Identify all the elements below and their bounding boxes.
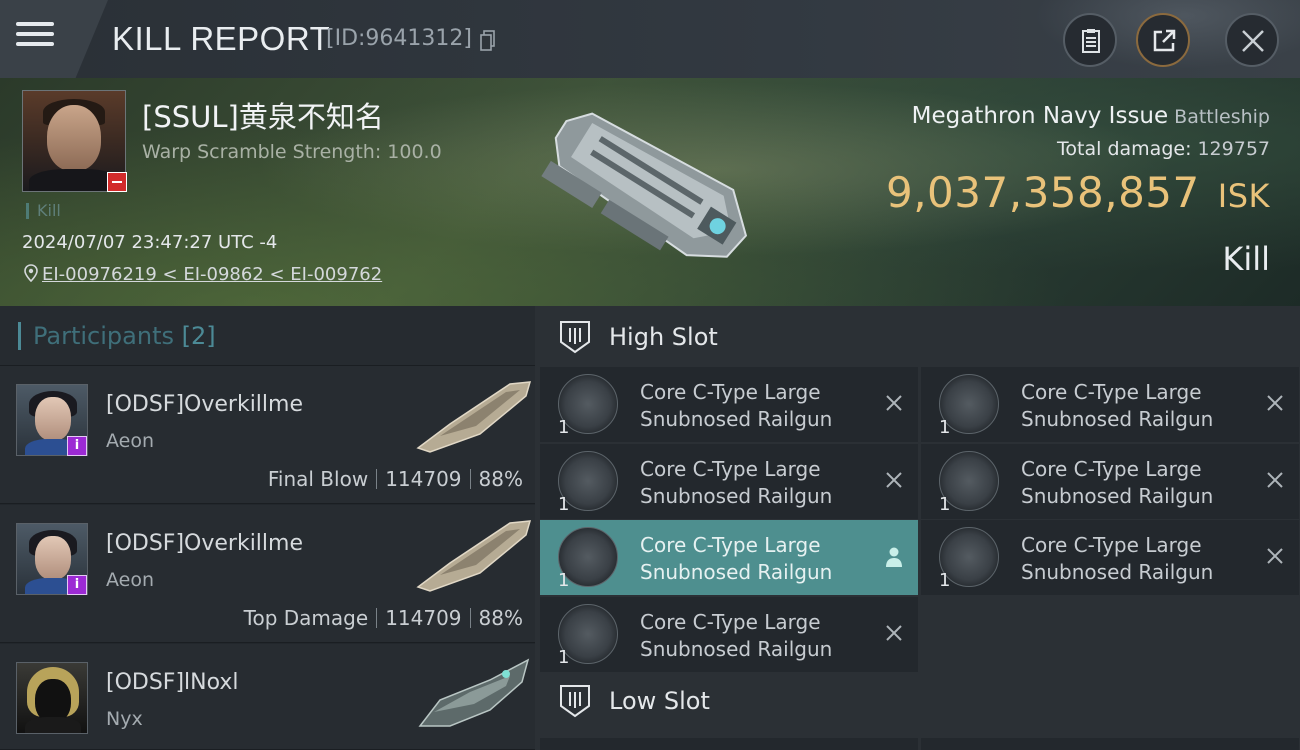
module-quantity: 1 (558, 570, 570, 591)
module-item[interactable]: 1 Core C-Type Large Snubnosed Railgun (540, 597, 918, 672)
victim-ship-image[interactable] (520, 86, 780, 296)
participant-stats: Final Blow 114709 88% (268, 467, 523, 491)
menu-icon[interactable] (16, 22, 54, 48)
participant-avatar[interactable] (16, 662, 88, 734)
module-item[interactable]: 1 Core C-Type Large Snubnosed Railgun (540, 444, 918, 519)
participant-percent: 88% (478, 606, 523, 630)
participant-percent: 88% (478, 467, 523, 491)
module-item-partial[interactable] (921, 738, 1299, 750)
notes-button[interactable] (1063, 13, 1117, 67)
high-slot-header: High Slot (535, 306, 1300, 366)
participant-role: Final Blow (267, 467, 369, 491)
loss-badge (107, 172, 127, 192)
high-slot-title: High Slot (609, 323, 718, 351)
share-button[interactable] (1136, 13, 1190, 67)
victim-ship-name[interactable]: Megathron Navy Issue Battleship (912, 103, 1270, 129)
participant-row[interactable]: i [ODSF]Overkillme Aeon Top Damage 114709… (0, 505, 535, 643)
module-name: Core C-Type Large Snubnosed Railgun (1021, 380, 1214, 431)
kill-timestamp: 2024/07/07 23:47:27 UTC -4 (22, 232, 278, 253)
warp-scramble-strength: Warp Scramble Strength: 100.0 (142, 141, 442, 163)
fitting-panel: High Slot 1 Core C-Type Large Snubnosed R… (535, 306, 1300, 750)
module-name: Core C-Type Large Snubnosed Railgun (640, 610, 833, 661)
module-item-selected[interactable]: 1 Core C-Type Large Snubnosed Railgun (540, 520, 918, 595)
participant-role: Top Damage (243, 606, 369, 630)
participant-damage: 114709 (385, 467, 462, 491)
result-label: Kill (1222, 240, 1270, 278)
module-quantity: 1 (939, 494, 951, 515)
close-icon (1242, 30, 1264, 52)
report-id: [ID:9641312] (326, 26, 472, 51)
participant-ship: Aeon (106, 430, 155, 452)
ship-class: Battleship (1174, 106, 1270, 128)
module-quantity: 1 (558, 494, 570, 515)
participant-ship: Aeon (106, 569, 155, 591)
destroyed-icon (1267, 472, 1283, 488)
total-damage-label: Total damage: (1057, 138, 1192, 160)
top-bar: KILL REPORT [ID:9641312] (0, 0, 1300, 78)
participant-name: [ODSF]Overkillme (106, 392, 304, 417)
participant-ship-image (418, 658, 530, 727)
low-slot-title: Low Slot (609, 687, 710, 715)
module-name: Core C-Type Large Snubnosed Railgun (640, 380, 833, 431)
destroyed-icon (886, 625, 902, 641)
location-path-link[interactable]: EI-00976219 < EI-09862 < EI-009762 (42, 264, 382, 285)
module-name: Core C-Type Large Snubnosed Railgun (640, 533, 833, 584)
participants-header: Participants [2] (0, 306, 535, 366)
destroyed-icon (1267, 548, 1283, 564)
module-quantity: 1 (939, 570, 951, 591)
module-item-partial[interactable] (540, 738, 918, 750)
isk-value: 9,037,358,857 ISK (886, 168, 1270, 217)
low-slot-header: Low Slot (535, 670, 1300, 730)
participant-row[interactable]: i [ODSF]Overkillme Aeon Final Blow 114709… (0, 366, 535, 504)
module-name: Core C-Type Large Snubnosed Railgun (640, 457, 833, 508)
participant-ship-image (416, 381, 532, 453)
low-slot-icon (560, 685, 590, 718)
total-damage-value: 129757 (1197, 138, 1270, 160)
module-quantity: 1 (558, 417, 570, 438)
participant-damage: 114709 (385, 606, 462, 630)
participant-name: [ODSF]Overkillme (106, 531, 304, 556)
notes-icon (1082, 29, 1100, 53)
location-pin-icon (24, 264, 38, 282)
participant-stats: Top Damage 114709 88% (244, 606, 523, 630)
info-icon[interactable]: i (67, 575, 87, 595)
module-quantity: 1 (939, 417, 951, 438)
module-name: Core C-Type Large Snubnosed Railgun (1021, 533, 1214, 584)
destroyed-icon (1267, 395, 1283, 411)
close-button[interactable] (1225, 13, 1279, 67)
isk-unit: ISK (1217, 177, 1270, 215)
high-slot-icon (560, 321, 590, 354)
victim-name[interactable]: [SSUL]黄泉不知名 (142, 94, 384, 136)
status-tag: Kill (26, 203, 61, 219)
module-name: Core C-Type Large Snubnosed Railgun (1021, 457, 1214, 508)
module-item[interactable]: 1 Core C-Type Large Snubnosed Railgun (921, 520, 1299, 595)
destroyed-icon (886, 472, 902, 488)
module-quantity: 1 (558, 647, 570, 668)
page-title: KILL REPORT (112, 20, 331, 57)
participants-panel: Participants [2] i [ODSF]Overkillme Aeon… (0, 306, 535, 750)
total-damage: Total damage: 129757 (1057, 138, 1270, 160)
participants-title: Participants [2] (18, 322, 216, 350)
share-icon (1153, 29, 1176, 52)
module-item[interactable]: 1 Core C-Type Large Snubnosed Railgun (921, 367, 1299, 442)
isk-amount: 9,037,358,857 (885, 168, 1200, 217)
info-icon[interactable]: i (67, 436, 87, 456)
participants-count: [2] (181, 322, 216, 350)
participant-ship-image (416, 520, 532, 592)
module-item[interactable]: 1 Core C-Type Large Snubnosed Railgun (921, 444, 1299, 519)
ship-name-text: Megathron Navy Issue (911, 103, 1169, 129)
module-item[interactable]: 1 Core C-Type Large Snubnosed Railgun (540, 367, 918, 442)
participant-ship: Nyx (106, 708, 143, 730)
destroyed-icon (886, 395, 902, 411)
participant-row[interactable]: [ODSF]lNoxl Nyx (0, 644, 535, 750)
copy-icon[interactable] (480, 29, 496, 51)
participant-name: [ODSF]lNoxl (106, 670, 239, 695)
location: EI-00976219 < EI-09862 < EI-009762 (24, 264, 382, 285)
person-icon (886, 547, 902, 567)
